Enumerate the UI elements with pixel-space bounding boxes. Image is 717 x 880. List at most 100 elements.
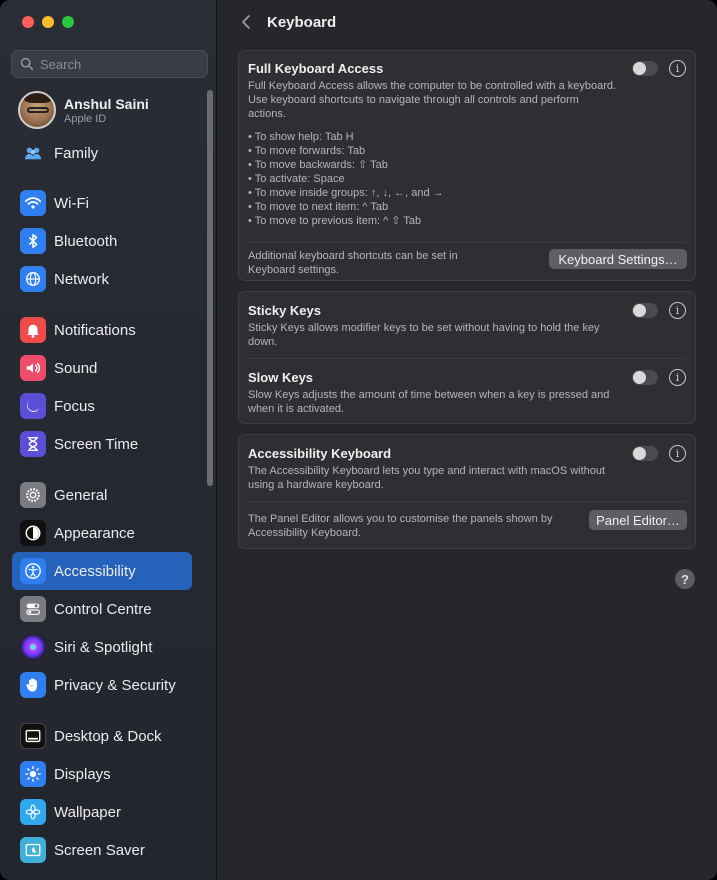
sidebar-item-label: Displays xyxy=(54,765,111,783)
sidebar-item-label: Bluetooth xyxy=(54,232,118,250)
slow-keys-toggle[interactable] xyxy=(632,370,658,385)
sidebar-item-notifications[interactable]: Notifications xyxy=(12,311,192,349)
sidebar-item-label: Wi-Fi xyxy=(54,194,89,212)
sticky-keys-title: Sticky Keys xyxy=(248,303,321,318)
keyboard-settings-hint: Additional keyboard shortcuts can be set… xyxy=(248,250,458,276)
sidebar-item-label: Privacy & Security xyxy=(54,676,176,694)
accessibility-keyboard-title: Accessibility Keyboard xyxy=(248,446,392,461)
dock-icon xyxy=(20,723,46,749)
full-keyboard-access-toggle[interactable] xyxy=(632,61,658,76)
sidebar-item-screen-time[interactable]: Screen Time xyxy=(12,425,192,463)
main-content: Keyboard Full Keyboard Access Full Keybo… xyxy=(217,0,717,880)
globe-icon xyxy=(20,266,46,292)
sidebar-item-label: Family xyxy=(54,144,99,162)
shortcut-list: • To show help: Tab H • To move forwards… xyxy=(248,130,686,228)
help-button[interactable]: ? xyxy=(675,569,695,589)
panel-editor-hint: The Panel Editor allows you to customise… xyxy=(248,513,553,539)
sidebar-item-appearance[interactable]: Appearance xyxy=(12,514,192,552)
sidebar-item-label: Accessibility xyxy=(54,562,136,580)
minimize-window-button[interactable] xyxy=(42,16,54,28)
sidebar-item-siri-spotlight[interactable]: Siri & Spotlight xyxy=(12,628,192,666)
list-item: • To move forwards: Tab xyxy=(248,145,366,157)
sidebar-item-label: Screen Saver xyxy=(54,841,145,859)
full-keyboard-access-title: Full Keyboard Access xyxy=(248,61,384,76)
sidebar-item-wifi[interactable]: Wi-Fi xyxy=(12,184,192,222)
system-settings-window: Anshul Saini Apple ID Family Wi-Fi Bluet… xyxy=(0,0,717,880)
bell-icon xyxy=(20,317,46,343)
sidebar-item-desktop-dock[interactable]: Desktop & Dock xyxy=(12,717,192,755)
sidebar-item-general[interactable]: General xyxy=(12,476,192,514)
avatar xyxy=(18,91,56,129)
info-icon[interactable]: i xyxy=(669,60,686,77)
moon-icon xyxy=(20,393,46,419)
list-item: • To activate: Space xyxy=(248,173,345,185)
sidebar-item-family[interactable]: Family xyxy=(12,134,192,172)
apple-id-profile[interactable]: Anshul Saini Apple ID xyxy=(18,91,149,129)
full-keyboard-access-description: Full Keyboard Access allows the computer… xyxy=(248,80,617,120)
sidebar-item-privacy-security[interactable]: Privacy & Security xyxy=(12,666,192,704)
toolbar: Keyboard xyxy=(237,12,336,32)
toggles-icon xyxy=(20,596,46,622)
search-input[interactable] xyxy=(40,56,200,72)
hourglass-icon xyxy=(20,431,46,457)
page-title: Keyboard xyxy=(267,13,337,31)
zoom-window-button[interactable] xyxy=(62,16,74,28)
accessibility-keyboard-description: The Accessibility Keyboard lets you type… xyxy=(248,465,606,491)
chevron-left-icon xyxy=(242,15,250,29)
sidebar-item-network[interactable]: Network xyxy=(12,260,192,298)
sidebar-item-displays[interactable]: Displays xyxy=(12,755,192,793)
sidebar-scrollbar[interactable] xyxy=(207,90,213,486)
list-item: • To move backwards: ⇧ Tab xyxy=(248,159,388,171)
hand-icon xyxy=(20,672,46,698)
search-icon xyxy=(20,57,34,71)
info-icon[interactable]: i xyxy=(669,445,686,462)
profile-name: Anshul Saini xyxy=(64,95,149,112)
slow-keys-description: Slow Keys adjusts the amount of time bet… xyxy=(248,389,610,415)
sidebar-item-sound[interactable]: Sound xyxy=(12,349,192,387)
close-window-button[interactable] xyxy=(22,16,34,28)
sidebar-item-label: Sound xyxy=(54,359,98,377)
sidebar: Anshul Saini Apple ID Family Wi-Fi Bluet… xyxy=(0,0,217,880)
back-button[interactable] xyxy=(237,12,255,32)
list-item: • To show help: Tab H xyxy=(248,131,354,143)
list-item: • To move inside groups: ↑, ↓, ←, and → xyxy=(248,187,444,199)
search-field[interactable] xyxy=(11,50,208,78)
flower-icon xyxy=(20,799,46,825)
accessibility-keyboard-toggle[interactable] xyxy=(632,446,658,461)
sidebar-item-label: Focus xyxy=(54,397,95,415)
sticky-slow-keys-card: Sticky Keys Sticky Keys allows modifier … xyxy=(238,291,696,424)
info-icon[interactable]: i xyxy=(669,369,686,386)
sidebar-item-label: General xyxy=(54,486,108,504)
full-keyboard-access-card: Full Keyboard Access Full Keyboard Acces… xyxy=(238,50,696,281)
sun-icon xyxy=(20,761,46,787)
sidebar-item-focus[interactable]: Focus xyxy=(12,387,192,425)
info-icon[interactable]: i xyxy=(669,302,686,319)
window-controls xyxy=(22,16,74,28)
appearance-icon xyxy=(20,520,46,546)
keyboard-settings-button[interactable]: Keyboard Settings… xyxy=(549,249,687,269)
panel-editor-button[interactable]: Panel Editor… xyxy=(589,510,687,530)
accessibility-keyboard-card: Accessibility Keyboard The Accessibility… xyxy=(238,434,696,549)
sticky-keys-toggle[interactable] xyxy=(632,303,658,318)
list-item: • To move to previous item: ^ ⇧ Tab xyxy=(248,215,422,227)
sidebar-item-screen-saver[interactable]: Screen Saver xyxy=(12,831,192,869)
sidebar-item-accessibility[interactable]: Accessibility xyxy=(12,552,192,590)
gear-icon xyxy=(20,482,46,508)
siri-icon xyxy=(20,634,46,660)
sidebar-item-label: Wallpaper xyxy=(54,803,121,821)
bluetooth-icon xyxy=(20,228,46,254)
wifi-icon xyxy=(20,190,46,216)
slow-keys-title: Slow Keys xyxy=(248,370,314,385)
sidebar-item-label: Network xyxy=(54,270,110,288)
screen-saver-icon xyxy=(20,837,46,863)
accessibility-icon xyxy=(20,558,46,584)
list-item: • To move to next item: ^ Tab xyxy=(248,201,389,213)
sticky-keys-description: Sticky Keys allows modifier keys to be s… xyxy=(248,322,600,348)
sidebar-item-bluetooth[interactable]: Bluetooth xyxy=(12,222,192,260)
sidebar-item-wallpaper[interactable]: Wallpaper xyxy=(12,793,192,831)
sidebar-item-control-centre[interactable]: Control Centre xyxy=(12,590,192,628)
sidebar-item-label: Desktop & Dock xyxy=(54,727,162,745)
sidebar-item-label: Screen Time xyxy=(54,435,139,453)
speaker-icon xyxy=(20,355,46,381)
sidebar-item-label: Appearance xyxy=(54,524,135,542)
